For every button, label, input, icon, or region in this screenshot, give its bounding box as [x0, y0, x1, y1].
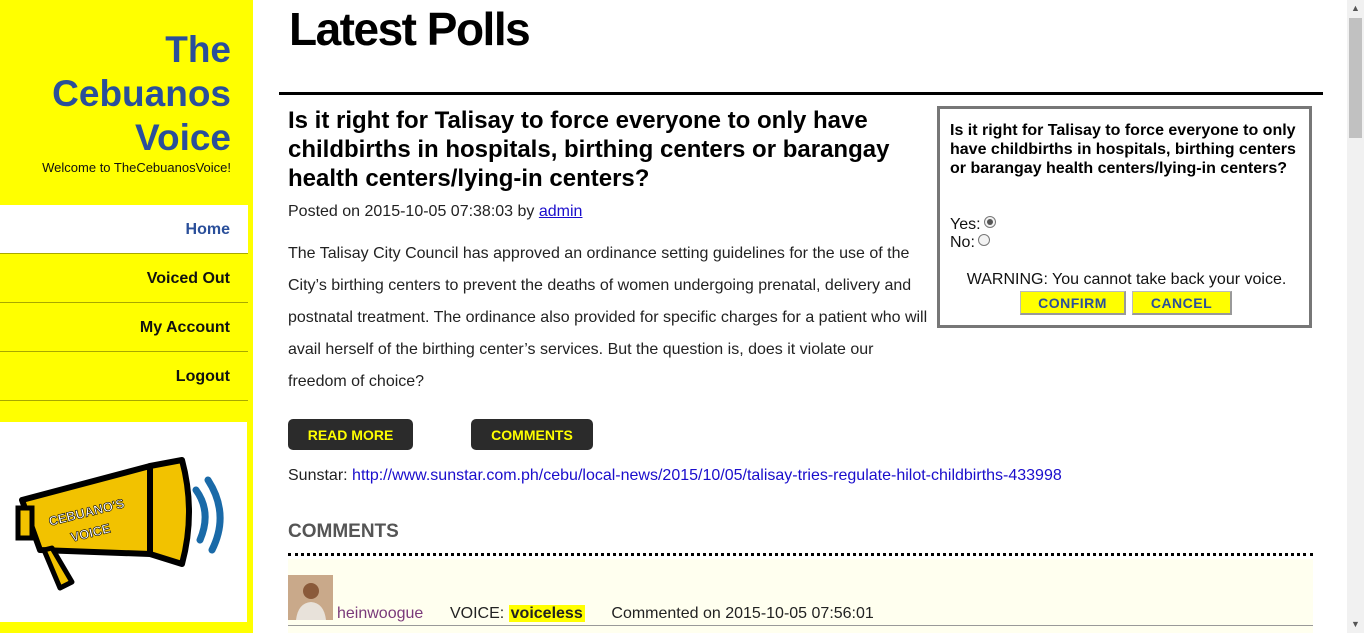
poll-option-yes[interactable]: Yes: — [950, 216, 996, 234]
post-body: The Talisay City Council has approved an… — [288, 245, 928, 390]
sidebar-item-logout[interactable]: Logout — [0, 352, 248, 401]
poll-warning: WARNING: You cannot take back your voice… — [966, 271, 1287, 288]
comments-divider — [288, 553, 1313, 556]
comment-list: heinwoogue VOICE: voiceless Commented on… — [288, 559, 1313, 633]
scroll-down-icon[interactable]: ▼ — [1347, 616, 1364, 633]
voice-label: VOICE: — [449, 605, 505, 622]
poll-option-no[interactable]: No: — [950, 234, 990, 252]
comment-username[interactable]: heinwoogue — [337, 605, 423, 622]
post-title: Is it right for Talisay to force everyon… — [288, 107, 890, 192]
user-avatar-icon — [288, 575, 333, 620]
source-label: Sunstar: — [288, 467, 348, 484]
brand: The Cebuanos Voice Welcome to TheCebuano… — [42, 28, 231, 175]
megaphone-icon: CEBUANO'S VOICE — [15, 457, 224, 591]
poll-box: Is it right for Talisay to force everyon… — [937, 106, 1312, 328]
post-meta: Posted on 2015-10-05 07:38:03 by admin — [288, 203, 582, 221]
comment-timestamp: Commented on 2015-10-05 07:56:01 — [611, 605, 874, 622]
posted-on-text: Posted on 2015-10-05 07:38:03 by — [288, 203, 535, 220]
brand-title-line2: Cebuanos — [52, 73, 231, 114]
sidebar-nav: Home Voiced Out My Account Logout — [0, 205, 248, 401]
poll-question: Is it right for Talisay to force everyon… — [950, 122, 1296, 177]
radio-no[interactable] — [977, 234, 990, 246]
poll-option-no-label: No: — [950, 234, 975, 251]
title-divider — [279, 92, 1323, 95]
brand-tagline: Welcome to TheCebuanosVoice! — [42, 160, 231, 175]
confirm-button[interactable]: CONFIRM — [1020, 291, 1126, 315]
source-line: Sunstar: http://www.sunstar.com.ph/cebu/… — [288, 467, 1062, 485]
read-more-button[interactable]: READ MORE — [288, 419, 413, 450]
radio-yes[interactable] — [983, 216, 996, 228]
sidebar: The Cebuanos Voice Welcome to TheCebuano… — [0, 0, 253, 633]
page-scrollbar[interactable]: ▲ ▼ — [1347, 0, 1364, 633]
megaphone-logo: CEBUANO'S VOICE — [0, 422, 247, 622]
brand-title[interactable]: The Cebuanos Voice — [42, 28, 231, 160]
list-item: heinwoogue VOICE: voiceless Commented on… — [337, 605, 874, 623]
cancel-button[interactable]: CANCEL — [1132, 291, 1232, 315]
source-link[interactable]: http://www.sunstar.com.ph/cebu/local-new… — [352, 467, 1062, 484]
scroll-thumb[interactable] — [1349, 18, 1362, 138]
brand-title-line1: The — [165, 29, 231, 70]
scroll-up-icon[interactable]: ▲ — [1347, 0, 1364, 17]
sidebar-item-home[interactable]: Home — [0, 205, 248, 254]
sidebar-item-my-account[interactable]: My Account — [0, 303, 248, 352]
avatar[interactable] — [288, 575, 333, 620]
author-link[interactable]: admin — [539, 203, 583, 220]
sidebar-item-voiced-out[interactable]: Voiced Out — [0, 254, 248, 303]
page-title: Latest Polls — [289, 3, 531, 55]
comments-heading: COMMENTS — [288, 521, 399, 542]
poll-option-yes-label: Yes: — [950, 216, 981, 233]
voice-badge: voiceless — [508, 605, 585, 622]
comments-button[interactable]: COMMENTS — [471, 419, 593, 450]
comment-divider — [288, 625, 1313, 626]
brand-title-line3: Voice — [135, 117, 231, 158]
